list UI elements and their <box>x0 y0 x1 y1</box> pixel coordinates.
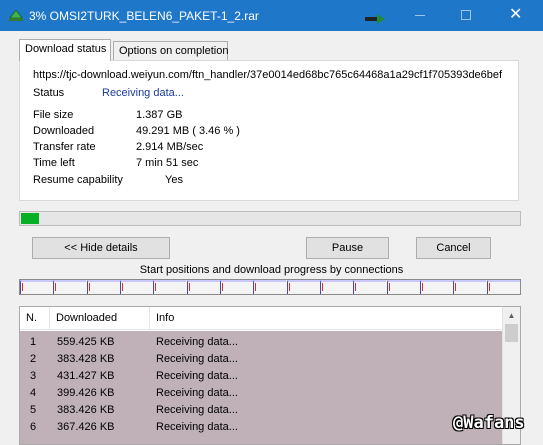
row-info: Receiving data... <box>156 387 238 399</box>
connection-segment <box>20 280 53 294</box>
row-downloaded: 431.427 KB <box>57 370 115 382</box>
connection-progress-marker <box>122 283 123 291</box>
transfer-rate-value: 2.914 MB/sec <box>136 141 204 153</box>
window-title: 3% OMSI2TURK_BELEN6_PAKET-1_2.rar <box>29 9 259 23</box>
row-downloaded: 383.426 KB <box>57 404 115 416</box>
connection-segment <box>353 280 386 294</box>
scroll-thumb[interactable] <box>505 324 518 342</box>
hide-details-button[interactable]: << Hide details <box>32 237 170 259</box>
row-number: 5 <box>30 404 37 416</box>
resume-capability-label: Resume capability <box>33 174 123 186</box>
time-left-label: Time left <box>33 157 75 169</box>
close-button[interactable]: ✕ <box>489 0 543 31</box>
file-size-label: File size <box>33 109 74 121</box>
row-number: 1 <box>30 336 37 348</box>
download-status-panel: https://tjc-download.weiyun.com/ftn_hand… <box>19 60 519 201</box>
download-progress-bar <box>19 211 521 226</box>
row-info: Receiving data... <box>156 370 238 382</box>
list-item[interactable]: 6 367.426 KB Receiving data... <box>20 419 502 436</box>
connection-progress-marker <box>289 283 290 291</box>
connection-progress-marker <box>22 283 23 291</box>
resume-capability-value: Yes <box>165 174 183 186</box>
scroll-up-arrow-icon[interactable]: ▲ <box>503 307 520 324</box>
connection-segment <box>153 280 186 294</box>
connection-segment <box>320 280 353 294</box>
row-number: 2 <box>30 353 37 365</box>
close-icon: ✕ <box>509 6 523 23</box>
connection-progress-marker <box>322 283 323 291</box>
download-url: https://tjc-download.weiyun.com/ftn_hand… <box>33 69 503 81</box>
file-size-value: 1.387 GB <box>136 109 183 121</box>
idm-app-icon <box>9 9 23 21</box>
connection-progress-marker <box>355 283 356 291</box>
download-window: 3% OMSI2TURK_BELEN6_PAKET-1_2.rar ✕ Down… <box>0 0 543 445</box>
list-item[interactable]: 4 399.426 KB Receiving data... <box>20 385 502 402</box>
connection-segment <box>287 280 320 294</box>
downloaded-label: Downloaded <box>33 125 95 137</box>
list-header: N. Downloaded Info <box>20 307 502 330</box>
connection-progress-marker <box>55 283 56 291</box>
row-number: 6 <box>30 421 37 433</box>
connection-segment <box>420 280 453 294</box>
connection-segment <box>253 280 286 294</box>
time-left-value: 7 min 51 sec <box>136 157 199 169</box>
list-body: 1 559.425 KB Receiving data... 2 383.428… <box>20 331 502 444</box>
connection-segment <box>220 280 253 294</box>
row-downloaded: 399.426 KB <box>57 387 115 399</box>
cancel-button[interactable]: Cancel <box>416 237 491 259</box>
minimize-button[interactable] <box>397 0 443 31</box>
row-info: Receiving data... <box>156 404 238 416</box>
connection-segment <box>87 280 120 294</box>
column-header-downloaded[interactable]: Downloaded <box>50 307 150 330</box>
connection-progress-marker <box>255 283 256 291</box>
maximize-button[interactable] <box>443 0 489 31</box>
column-header-n[interactable]: N. <box>20 307 50 330</box>
row-number: 3 <box>30 370 37 382</box>
row-info: Receiving data... <box>156 421 238 433</box>
row-downloaded: 367.426 KB <box>57 421 115 433</box>
title-bar[interactable]: 3% OMSI2TURK_BELEN6_PAKET-1_2.rar ✕ <box>0 0 543 31</box>
connection-progress-marker <box>155 283 156 291</box>
connection-segment <box>187 280 220 294</box>
row-info: Receiving data... <box>156 353 238 365</box>
column-header-info[interactable]: Info <box>150 307 502 330</box>
connection-progress-marker <box>89 283 90 291</box>
list-item[interactable]: 2 383.428 KB Receiving data... <box>20 351 502 368</box>
connection-progress-marker <box>422 283 423 291</box>
row-downloaded: 383.428 KB <box>57 353 115 365</box>
status-label: Status <box>33 87 65 99</box>
connection-segment <box>487 280 520 294</box>
minimize-icon <box>415 15 425 16</box>
tab-options-on-completion[interactable]: Options on completion <box>113 41 228 61</box>
connection-segment <box>120 280 153 294</box>
transfer-rate-label: Transfer rate <box>33 141 96 153</box>
connection-progress-marker <box>455 283 456 291</box>
connection-progress-marker <box>489 283 490 291</box>
connections-list: N. Downloaded Info 1 559.425 KB Receivin… <box>19 306 521 445</box>
maximize-icon <box>461 10 471 20</box>
list-item[interactable]: 5 383.426 KB Receiving data... <box>20 402 502 419</box>
watermark: @Wafans <box>453 413 525 433</box>
downloaded-value: 49.291 MB ( 3.46 % ) <box>136 125 240 137</box>
connection-segment <box>53 280 86 294</box>
connection-progress-marker <box>389 283 390 291</box>
row-info: Receiving data... <box>156 336 238 348</box>
connection-segment <box>453 280 486 294</box>
status-value: Receiving data... <box>102 87 184 99</box>
connections-progress-bar <box>19 279 521 295</box>
list-item[interactable]: 3 431.427 KB Receiving data... <box>20 368 502 385</box>
arrow-right-icon <box>365 14 385 24</box>
row-downloaded: 559.425 KB <box>57 336 115 348</box>
connection-progress-marker <box>222 283 223 291</box>
tab-download-status[interactable]: Download status <box>19 39 111 61</box>
list-item[interactable]: 1 559.425 KB Receiving data... <box>20 334 502 351</box>
connections-caption: Start positions and download progress by… <box>139 264 404 276</box>
pause-button[interactable]: Pause <box>306 237 389 259</box>
connection-progress-marker <box>189 283 190 291</box>
connection-segment <box>387 280 420 294</box>
row-number: 4 <box>30 387 37 399</box>
progress-fill <box>21 213 39 224</box>
